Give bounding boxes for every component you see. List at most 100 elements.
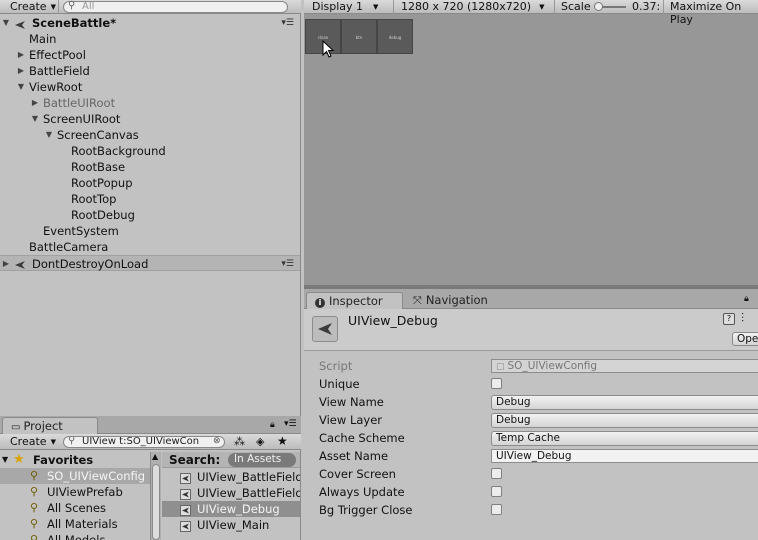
lock-icon[interactable]: 🔒︎ bbox=[744, 294, 749, 304]
expand-triangle-icon[interactable]: ▶ bbox=[1, 256, 11, 272]
tree-item-battleuiroot[interactable]: ▶ BattleUIRoot bbox=[0, 95, 300, 111]
tree-item-effectpool[interactable]: ▶ EffectPool bbox=[0, 47, 300, 63]
scene-row[interactable]: ▼ SceneBattle* ▾☰ bbox=[0, 15, 300, 31]
favorite-item[interactable]: ⚲ All Scenes bbox=[0, 500, 150, 516]
asset-name-label: Asset Name bbox=[319, 449, 389, 463]
collapse-triangle-icon[interactable]: ▼ bbox=[44, 127, 54, 143]
script-file-icon: ▢ bbox=[496, 362, 505, 372]
search-placeholder: All bbox=[82, 1, 95, 12]
scale-value: 0.37: bbox=[632, 0, 661, 13]
filter-by-type-icon[interactable]: ⁂ bbox=[234, 435, 245, 448]
favorite-item[interactable]: ⚲ All Models bbox=[0, 532, 150, 540]
separator bbox=[554, 0, 555, 14]
search-value: UIView t:SO_UIViewCon bbox=[82, 436, 200, 447]
open-label: Ope bbox=[737, 333, 758, 345]
result-item-selected[interactable]: UIView_Debug bbox=[162, 501, 300, 517]
open-button[interactable]: Ope bbox=[732, 332, 758, 346]
settings-icon[interactable]: ⫶ bbox=[741, 311, 744, 326]
scene-menu-icon[interactable]: ▾☰ bbox=[281, 15, 294, 31]
lock-icon[interactable]: 🔒︎ bbox=[270, 420, 275, 430]
bg-trigger-close-label: Bg Trigger Close bbox=[319, 503, 413, 517]
favorite-label: All Models bbox=[47, 533, 106, 540]
search-icon: ⚲ bbox=[68, 436, 76, 446]
cover-screen-checkbox[interactable] bbox=[491, 468, 502, 479]
cover-screen-label: Cover Screen bbox=[319, 467, 396, 481]
maximize-on-play-button[interactable]: Maximize On Play bbox=[666, 0, 758, 26]
saved-search-icon: ⚲ bbox=[30, 517, 39, 530]
tree-item-viewroot[interactable]: ▼ ViewRoot bbox=[0, 79, 300, 95]
tree-item-label: DontDestroyOnLoad bbox=[32, 257, 149, 271]
tab-inspector[interactable]: i Inspector bbox=[306, 292, 403, 309]
asset-name-input[interactable]: UIView_Debug bbox=[491, 449, 758, 463]
script-field: ▢ SO_UIViewConfig bbox=[491, 359, 758, 373]
game-ui-button-btn[interactable]: btn bbox=[341, 19, 377, 54]
asset-file-icon bbox=[180, 520, 191, 532]
tree-item-label: BattleField bbox=[29, 64, 90, 78]
tab-navigation[interactable]: ⤧ Navigation bbox=[405, 292, 494, 309]
cache-scheme-dropdown[interactable]: Temp Cache bbox=[491, 431, 758, 446]
collapse-triangle-icon[interactable]: ▼ bbox=[1, 15, 11, 31]
panel-menu-icon[interactable]: ▾☰ bbox=[284, 419, 297, 429]
favorites-label: Favorites bbox=[33, 453, 94, 467]
collapse-triangle-icon[interactable]: ▼ bbox=[16, 79, 26, 95]
result-item[interactable]: UIView_Main bbox=[162, 517, 300, 533]
expand-triangle-icon[interactable]: ▶ bbox=[16, 63, 26, 79]
bg-trigger-close-checkbox[interactable] bbox=[491, 504, 502, 515]
script-value: SO_UIViewConfig bbox=[507, 360, 598, 372]
create-label: Create bbox=[10, 0, 47, 13]
always-update-checkbox[interactable] bbox=[491, 486, 502, 497]
view-name-dropdown[interactable]: Debug bbox=[491, 395, 758, 410]
tab-project[interactable]: ▭ Project bbox=[2, 417, 98, 434]
collapse-triangle-icon[interactable]: ▼ bbox=[2, 452, 8, 468]
project-search-input[interactable]: ⚲ UIView t:SO_UIViewCon bbox=[63, 436, 225, 448]
favorites-header[interactable]: ▼ ★ Favorites bbox=[0, 452, 150, 468]
tree-item-rootdebug[interactable]: RootDebug bbox=[0, 207, 300, 223]
resolution-dropdown[interactable]: 1280 x 720 (1280x720) ▼ bbox=[397, 0, 548, 14]
favorite-item[interactable]: ⚲ All Materials bbox=[0, 516, 150, 532]
navigation-icon: ⤧ bbox=[413, 294, 422, 307]
create-button[interactable]: Create ▼ bbox=[6, 0, 60, 14]
game-button-label: btn bbox=[355, 35, 363, 40]
game-toolbar: Display 1 ▼ 1280 x 720 (1280x720) ▼ Scale … bbox=[304, 0, 758, 26]
favorite-item[interactable]: ⚲ UIViewPrefab bbox=[0, 484, 150, 500]
tree-item-screenuiroot[interactable]: ▼ ScreenUIRoot bbox=[0, 111, 300, 127]
search-scope-button[interactable]: In Assets bbox=[228, 453, 296, 467]
expand-triangle-icon[interactable]: ▶ bbox=[16, 47, 26, 63]
tree-item-main[interactable]: Main bbox=[0, 31, 300, 47]
mouse-cursor-icon bbox=[322, 39, 335, 58]
expand-triangle-icon[interactable]: ▶ bbox=[30, 95, 40, 111]
result-label: UIView_Main bbox=[197, 518, 270, 532]
favorites-scrollbar[interactable]: ▲ bbox=[150, 452, 161, 540]
project-create-button[interactable]: Create ▼ bbox=[6, 435, 60, 449]
tree-item-battlecamera[interactable]: BattleCamera bbox=[0, 239, 300, 255]
tree-item-rootpopup[interactable]: RootPopup bbox=[0, 175, 300, 191]
display-dropdown[interactable]: Display 1 ▼ bbox=[308, 0, 382, 14]
collapse-triangle-icon[interactable]: ▼ bbox=[30, 111, 40, 127]
favorite-star-icon[interactable]: ★ bbox=[277, 434, 288, 448]
scrollbar-thumb[interactable] bbox=[152, 464, 160, 540]
favorite-item[interactable]: ⚲ SO_UIViewConfig bbox=[0, 468, 150, 484]
scene-menu-icon[interactable]: ▾☰ bbox=[281, 256, 294, 272]
tree-item-rootbackground[interactable]: RootBackground bbox=[0, 143, 300, 159]
unique-checkbox[interactable] bbox=[491, 378, 502, 389]
resolution-label: 1280 x 720 (1280x720) bbox=[401, 0, 532, 13]
tree-item-screencanvas[interactable]: ▼ ScreenCanvas bbox=[0, 127, 300, 143]
filter-by-label-icon[interactable]: ◈ bbox=[256, 435, 264, 448]
result-item[interactable]: UIView_BattleField bbox=[162, 485, 300, 501]
clear-search-icon[interactable]: ⊗ bbox=[213, 436, 221, 446]
tree-item-eventsystem[interactable]: EventSystem bbox=[0, 223, 300, 239]
game-ui-button-debug[interactable]: debug bbox=[377, 19, 413, 54]
inspector-header: UIView_Debug ? ⫶ Ope bbox=[304, 309, 758, 351]
tree-item-battlefield[interactable]: ▶ BattleField bbox=[0, 63, 300, 79]
hierarchy-search-input[interactable]: ⚲ All bbox=[63, 1, 288, 13]
scale-slider-thumb[interactable] bbox=[594, 2, 603, 11]
scale-label: Scale bbox=[561, 0, 591, 13]
scene-row-dontdestroyonload[interactable]: ▶ DontDestroyOnLoad ▾☰ bbox=[0, 255, 300, 271]
scroll-up-icon[interactable]: ▲ bbox=[152, 452, 158, 461]
view-layer-dropdown[interactable]: Debug bbox=[491, 413, 758, 428]
help-icon[interactable]: ? bbox=[723, 313, 735, 325]
tree-item-roottop[interactable]: RootTop bbox=[0, 191, 300, 207]
view-layer-value: Debug bbox=[496, 414, 531, 426]
result-item[interactable]: UIView_BattleField bbox=[162, 469, 300, 485]
tree-item-rootbase[interactable]: RootBase bbox=[0, 159, 300, 175]
